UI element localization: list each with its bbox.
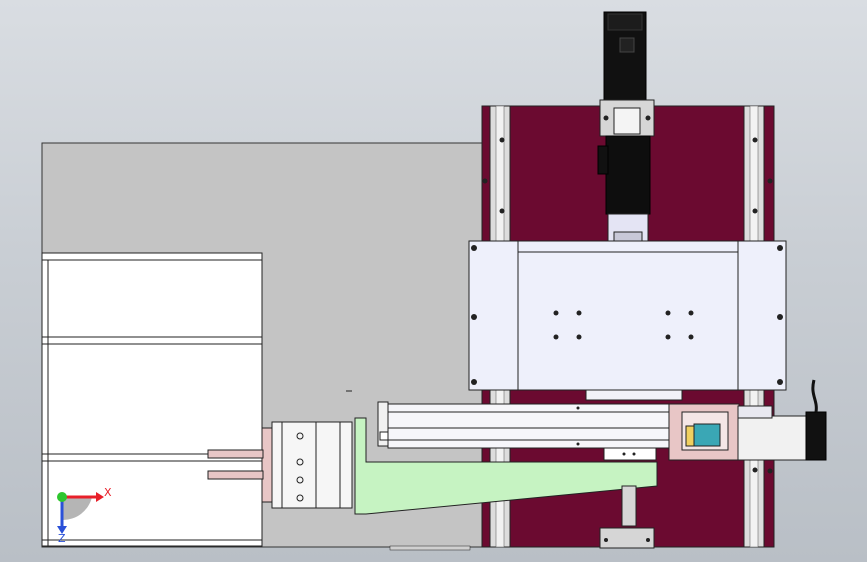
coupling-housing [668,403,740,461]
z-axis-label: Z [58,532,66,545]
x-axis-label: X [104,486,112,499]
carriage-plate [468,240,787,401]
vertical-servo-motor [597,11,655,243]
cad-viewport[interactable] [0,0,867,562]
